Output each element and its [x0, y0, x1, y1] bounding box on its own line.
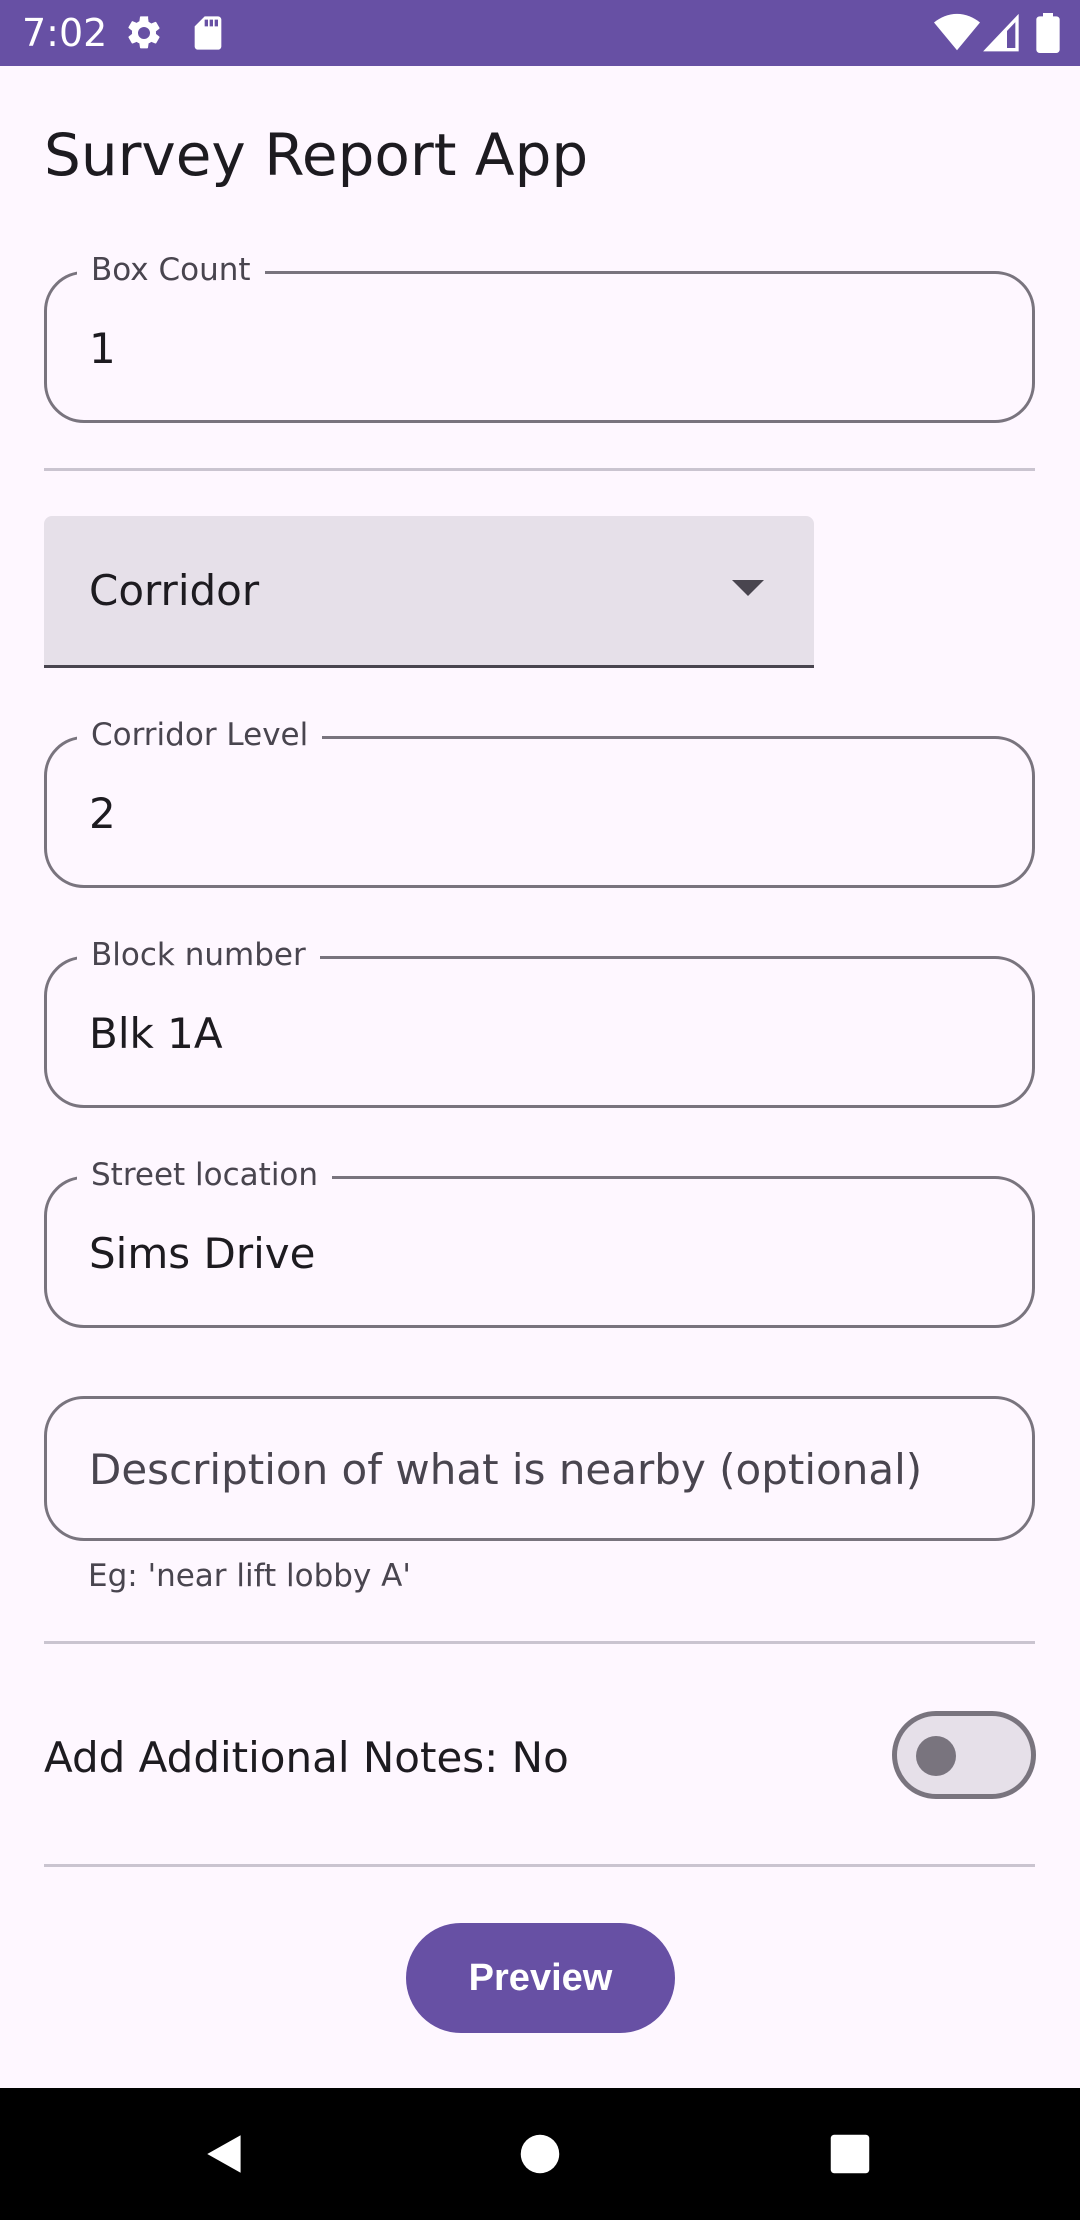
location-type-dropdown[interactable]: Corridor — [44, 516, 814, 668]
corridor-level-field[interactable]: Corridor Level 2 — [44, 717, 1035, 888]
box-count-value: 1 — [89, 324, 116, 373]
corridor-level-label: Corridor Level — [77, 717, 323, 753]
preview-button[interactable]: Preview — [406, 1923, 675, 2033]
status-time: 7:02 — [22, 11, 108, 55]
sd-card-icon — [188, 13, 228, 53]
corridor-level-value: 2 — [89, 789, 116, 838]
box-count-label: Box Count — [77, 252, 265, 288]
box-count-field[interactable]: Box Count 1 — [44, 252, 1035, 423]
switch-thumb — [916, 1736, 956, 1776]
additional-notes-label: Add Additional Notes: No — [44, 1733, 569, 1782]
description-placeholder: Description of what is nearby (optional) — [89, 1445, 923, 1494]
settings-icon — [124, 13, 164, 53]
chevron-down-icon — [732, 580, 764, 596]
wifi-icon — [934, 13, 980, 53]
battery-icon — [1034, 13, 1062, 53]
home-icon[interactable] — [510, 2124, 570, 2184]
divider — [44, 1864, 1035, 1867]
back-icon[interactable] — [196, 2124, 256, 2184]
description-helper-text: Eg: 'near lift lobby A' — [88, 1558, 411, 1594]
block-number-label: Block number — [77, 937, 320, 973]
block-number-field[interactable]: Block number Blk 1A — [44, 937, 1035, 1108]
street-location-label: Street location — [77, 1157, 333, 1193]
description-field[interactable]: Description of what is nearby (optional) — [44, 1396, 1035, 1541]
signal-icon — [982, 13, 1022, 53]
page-title: Survey Report App — [44, 121, 589, 189]
block-number-value: Blk 1A — [89, 1009, 223, 1058]
divider — [44, 1641, 1035, 1644]
additional-notes-switch[interactable] — [892, 1711, 1036, 1799]
street-location-field[interactable]: Street location Sims Drive — [44, 1157, 1035, 1328]
navigation-bar — [0, 2088, 1080, 2220]
street-location-value: Sims Drive — [89, 1229, 316, 1278]
status-bar: 7:02 — [0, 0, 1080, 66]
location-type-value: Corridor — [89, 566, 260, 615]
divider — [44, 468, 1035, 471]
recents-icon[interactable] — [820, 2124, 880, 2184]
